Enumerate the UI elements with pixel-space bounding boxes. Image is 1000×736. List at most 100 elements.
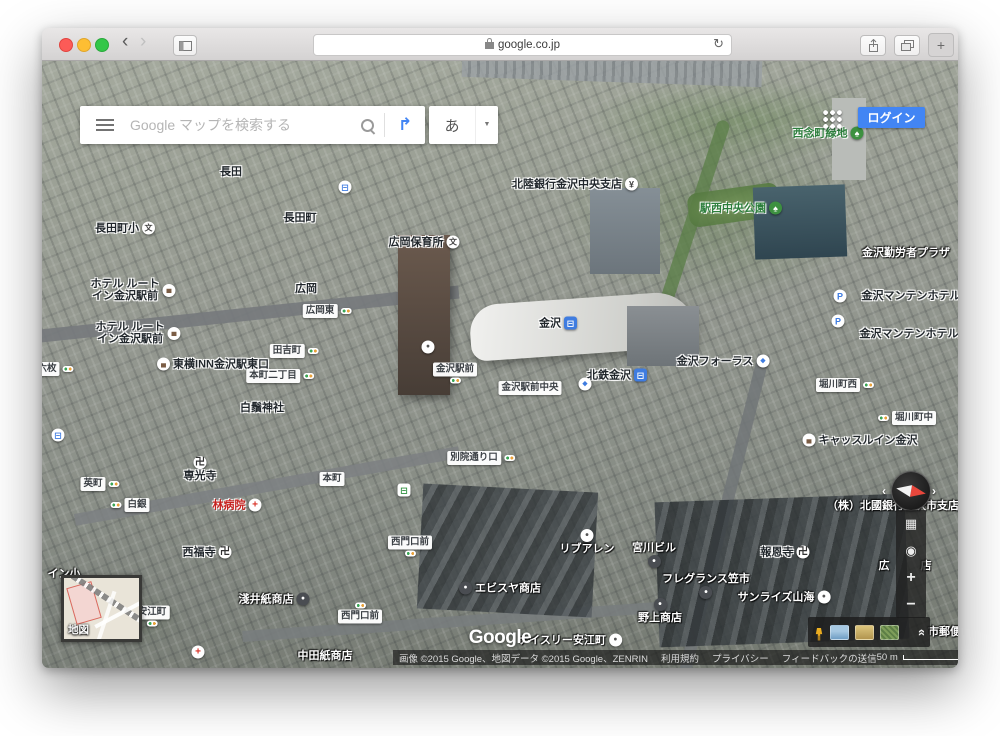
map-poi[interactable]: • <box>422 341 435 354</box>
map-label[interactable]: 金沢⊟ <box>539 317 577 330</box>
my-location-button[interactable]: ◉ <box>896 544 926 558</box>
map-label[interactable]: ホテル ルートイン金沢駅前▄ <box>95 321 180 345</box>
map-label[interactable]: 広岡 <box>295 283 317 295</box>
map-label[interactable]: ▄キャッスルイン金沢 <box>803 434 918 447</box>
map-label[interactable]: 広 <box>879 560 890 572</box>
trainc-icon[interactable]: ⊟ <box>52 429 65 442</box>
collapse-chevron-icon[interactable]: » <box>913 628 928 635</box>
login-button[interactable]: ログイン <box>858 107 925 128</box>
hospital-icon[interactable]: + <box>249 499 262 512</box>
map-label[interactable]: サンライズ山海• <box>738 591 831 604</box>
mall-icon[interactable]: ◆ <box>756 355 769 368</box>
dotdark-icon[interactable]: • <box>654 598 667 611</box>
map-label[interactable]: 中田紙商店 <box>298 650 353 662</box>
map-label[interactable]: •野上商店 <box>638 598 682 624</box>
tilt-buildings-button[interactable]: ▦ <box>896 517 926 531</box>
search-box[interactable]: ↱ <box>80 106 425 144</box>
train-icon[interactable]: ⊟ <box>564 317 577 330</box>
search-input[interactable] <box>128 116 355 134</box>
hotel-icon[interactable]: ▄ <box>803 434 816 447</box>
bank-icon[interactable]: ¥ <box>625 178 638 191</box>
map-poi[interactable]: ⊟ <box>339 181 352 194</box>
map-label[interactable]: •エビスヤ商店 <box>459 582 541 595</box>
school-icon[interactable]: 文 <box>142 222 155 235</box>
map-label[interactable]: 長田町 <box>284 212 317 224</box>
temple-icon[interactable]: 卍 <box>194 456 207 469</box>
menu-icon[interactable] <box>96 119 114 121</box>
map-poi[interactable]: ⊟ <box>52 429 65 442</box>
map-label[interactable]: 広岡保育所文 <box>389 236 460 249</box>
tree-icon[interactable]: ♠ <box>769 202 782 215</box>
hotel-icon[interactable]: ▄ <box>163 284 176 297</box>
hotel-icon[interactable]: ▄ <box>157 358 170 371</box>
imagery-thumbnail-2[interactable] <box>855 625 874 640</box>
map-label[interactable]: 金沢マンテンホテル駅前 <box>860 328 959 340</box>
map-poi[interactable]: + <box>192 646 205 659</box>
map-label[interactable]: 金沢フォーラス◆ <box>677 355 770 368</box>
sidebar-toggle-button[interactable] <box>173 35 197 56</box>
parking-icon[interactable]: P <box>832 315 845 328</box>
terms-link[interactable]: 利用規約 <box>661 651 699 665</box>
back-button[interactable]: ‹ <box>122 31 128 53</box>
map-label[interactable]: 淺井紙商店• <box>239 593 310 606</box>
map-label[interactable]: 金沢勤労者プラザ <box>862 247 950 259</box>
new-tab-button[interactable]: + <box>928 33 954 57</box>
compass-control[interactable] <box>891 471 931 511</box>
imagery-thumbnail-1[interactable] <box>830 625 849 640</box>
ime-language-button[interactable]: あ <box>429 115 475 136</box>
map-label[interactable]: 西福寺卍 <box>183 546 232 559</box>
map-poi[interactable]: ◆ <box>579 378 592 391</box>
dotlight-icon[interactable]: • <box>581 529 594 542</box>
temple-icon[interactable]: 卍 <box>797 546 810 559</box>
zoom-in-button[interactable]: + <box>896 571 926 585</box>
rotate-right-icon[interactable]: › <box>932 484 936 498</box>
tab-overview-button[interactable] <box>894 35 920 56</box>
bag-icon[interactable]: ◆ <box>579 378 592 391</box>
map-label[interactable]: 宮川ビル• <box>632 542 676 568</box>
imagery-thumbnail-3[interactable] <box>880 625 899 640</box>
dotlight-icon[interactable]: • <box>817 591 830 604</box>
minimap-toggle[interactable]: 地図 <box>61 575 142 642</box>
ime-dropdown-icon[interactable]: ▼ <box>475 106 498 144</box>
share-button[interactable] <box>860 35 886 56</box>
dotdark-icon[interactable]: • <box>459 582 472 595</box>
directions-icon[interactable]: ↱ <box>385 115 425 135</box>
google-apps-grid-icon[interactable] <box>822 109 843 130</box>
dotdark-icon[interactable]: • <box>648 555 661 568</box>
close-window-button[interactable] <box>59 38 73 52</box>
tree-icon[interactable]: ♠ <box>851 127 864 140</box>
minimize-window-button[interactable] <box>77 38 91 52</box>
temple-icon[interactable]: 卍 <box>219 546 232 559</box>
reload-button[interactable]: ↻ <box>713 36 724 52</box>
map-poi[interactable]: P <box>832 315 845 328</box>
map-label[interactable]: 卍専光寺 <box>184 456 217 482</box>
map-label[interactable]: ホテル ルートイン金沢駅前▄ <box>90 278 175 302</box>
bus-icon[interactable]: ⊟ <box>339 181 352 194</box>
rotate-left-icon[interactable]: ‹ <box>882 484 886 498</box>
map-label[interactable]: 報恩寺卍 <box>761 546 810 559</box>
address-bar[interactable]: google.co.jp ↻ <box>313 34 732 56</box>
map-label[interactable]: 金沢マンテンホテル駅前 <box>862 290 959 302</box>
map-poi[interactable]: P <box>834 290 847 303</box>
search-icon[interactable] <box>361 119 374 132</box>
map-label[interactable]: 駅西中央公園♠ <box>700 202 782 215</box>
map-label[interactable]: 長田町小文 <box>95 222 155 235</box>
dotlight-icon[interactable]: • <box>422 341 435 354</box>
map-label[interactable]: •リブアレン <box>560 529 615 555</box>
ime-toggle[interactable]: あ ▼ <box>429 106 498 144</box>
zoom-window-button[interactable] <box>95 38 109 52</box>
dotdark-icon[interactable]: • <box>700 586 713 599</box>
map-canvas[interactable]: 長田長田町長田町小文⊟⊟北陸銀行金沢中央支店¥広岡保育所文西念町緑地♠駅西中央公… <box>42 60 958 668</box>
map-label[interactable]: 長田 <box>220 166 242 178</box>
hospital-icon[interactable]: + <box>192 646 205 659</box>
map-label[interactable]: 市郵便局 <box>928 626 958 638</box>
dotdark-icon[interactable]: • <box>297 593 310 606</box>
privacy-link[interactable]: プライバシー <box>712 651 769 665</box>
map-label[interactable]: ナイスリー安江町• <box>518 634 622 647</box>
forward-button[interactable]: › <box>140 31 146 53</box>
hotel-icon[interactable]: ▄ <box>168 327 181 340</box>
dotlight-icon[interactable]: • <box>609 634 622 647</box>
busgreen-icon[interactable]: ⊟ <box>398 484 411 497</box>
map-label[interactable]: 白鬚神社 <box>240 402 284 414</box>
pegman-icon[interactable] <box>814 623 824 641</box>
